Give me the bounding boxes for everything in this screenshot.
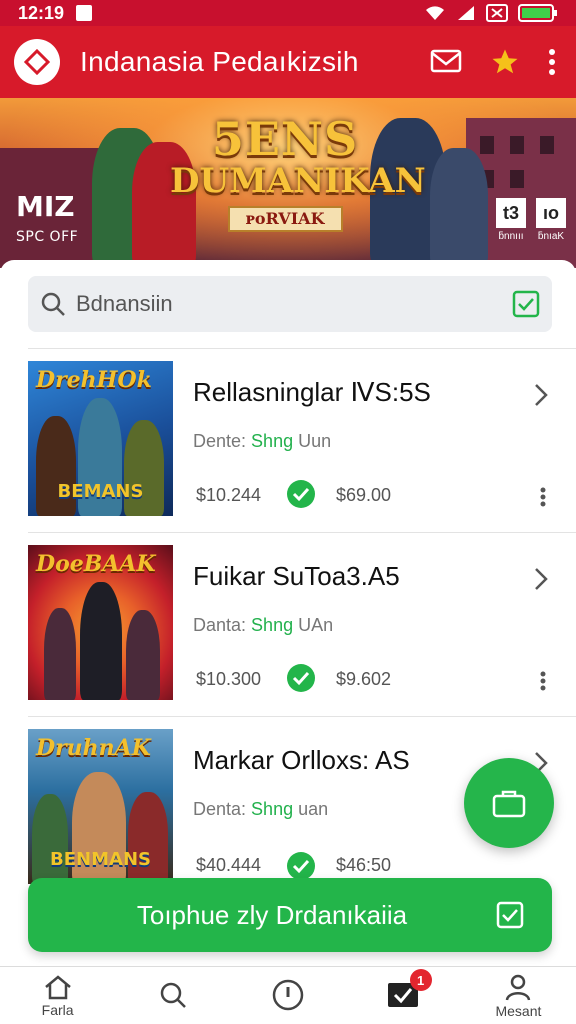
product-price-primary: $10.300 [196,669,262,689]
nav-item-home[interactable]: Farla [0,967,115,1024]
product-price-secondary: $46:50 [336,855,392,875]
content-sheet: Bdnansiin DrehHOk BEMANS Rellasninglar Ⅳ… [0,260,576,966]
primary-cta-button[interactable]: Toıphue zly Drdanıkaiia [28,878,552,952]
thumbnail-title: DrehHOk [36,367,152,393]
product-sub-suffix: Uun [293,431,332,451]
banner-brand-right-cap-2: ƃnıaK [537,231,565,242]
nav-item-info[interactable] [230,967,345,1024]
banner-brand-right: t3 ƃnnııı ıo ƃnıaK [496,198,566,242]
gallery-notification-icon [76,5,93,21]
status-icons [424,4,558,22]
banner-brand-right-cap-1: ƃnnııı [498,231,524,242]
banner-title: 5ENS DUMANIKAN ᴘoRVIAK [170,112,426,232]
banner-title-line1: 5ENS [211,112,359,166]
product-thumbnail[interactable]: DrehHOk BEMANS [28,361,173,516]
wifi-icon [426,6,444,21]
thumbnail-caption: BEMANS [57,481,144,502]
star-icon[interactable] [490,47,520,77]
profile-icon [506,974,531,1000]
cta-label: Toıphue zly Drdanıkaiia [136,899,408,930]
product-sub-prefix: Dente: [193,431,252,451]
notification-badge: 1 [409,969,432,991]
banner-brand-left: MIZ SPC OFF [16,190,78,245]
floating-cart-button[interactable] [464,758,554,848]
product-sub-prefix: Danta: [193,615,252,635]
search-icon [160,982,186,1008]
thumbnail-caption: BENMANS [50,849,151,870]
checkbox-checked-icon [496,901,524,929]
status-time: 12:19 [18,2,65,23]
product-subtitle: Denta: Shng uan [193,799,328,820]
banner-hero-4 [430,148,488,268]
product-title[interactable]: Fuikar SuToa3.A5 [193,561,400,592]
nav-item-profile[interactable]: Mesant [461,967,576,1024]
search-input[interactable]: Bdnansiin [76,291,173,317]
vpn-icon [486,4,508,22]
banner-brand-left-sub: SPC OFF [16,229,79,245]
nav-label-home: Farla [41,1001,74,1018]
bottom-navigation: Farla 1 Mesant [0,966,576,1024]
thumbnail-title: DruhnAK [36,735,151,761]
product-sub-accent: Shng [251,799,294,819]
app-title: Indanasia Pedaıkizsih [80,46,359,77]
more-vertical-icon[interactable] [548,48,556,76]
app-actions [430,47,562,77]
product-sub-accent: Shng [251,615,294,635]
nav-label-profile: Mesant [495,1002,542,1019]
product-subtitle: Dente: Shng Uun [193,431,331,452]
info-icon [272,979,304,1010]
product-price-secondary: $9.602 [336,669,392,689]
banner-title-line2: DUMANIKAN [170,161,426,201]
app-logo-icon[interactable] [14,39,60,85]
product-subtitle: Danta: Shng UAn [193,615,333,636]
checkbox-checked-icon[interactable] [512,290,540,318]
banner-brand-left-logo: MIZ [16,190,75,223]
product-sub-suffix: UAn [293,615,334,635]
product-sub-suffix: uan [293,799,329,819]
more-vertical-icon[interactable] [540,671,546,691]
thumbnail-title: DoeBAAK [36,551,156,577]
list-item[interactable]: DrehHOk BEMANS Rellasninglar ⅣS:5S Dente… [28,348,576,532]
banner-brand-right-logo-1: t3 [496,198,526,228]
verified-check-icon [287,852,315,880]
briefcase-icon [492,790,526,818]
home-icon [44,974,71,999]
banner-brand-right-logo-2: ıo [536,198,566,228]
battery-icon [518,4,557,22]
product-sub-accent: Shng [251,431,294,451]
banner-subtitle: ᴘoRVIAK [227,206,343,232]
status-bar: 12:19 [0,0,576,26]
app-bar: Indanasia Pedaıkizsih [0,26,576,98]
promo-banner[interactable]: 5ENS DUMANIKAN ᴘoRVIAK MIZ SPC OFF t3 ƃn… [0,98,576,268]
signal-icon [458,6,474,20]
verified-check-icon [287,480,315,508]
more-vertical-icon[interactable] [540,487,546,507]
chevron-right-icon[interactable] [534,383,548,407]
search-bar[interactable]: Bdnansiin [28,276,552,332]
product-title[interactable]: Rellasninglar ⅣS:5S [193,377,431,408]
product-sub-prefix: Denta: [193,799,252,819]
product-price-secondary: $69.00 [336,485,392,505]
verified-check-icon [287,664,315,692]
product-thumbnail[interactable]: DruhnAK BENMANS [28,729,173,884]
mail-icon[interactable] [430,49,462,75]
search-icon [41,292,65,316]
list-item[interactable]: DoeBAAK Fuikar SuToa3.A5 Danta: Shng UAn… [28,532,576,716]
nav-item-tasks[interactable]: 1 [346,967,461,1024]
nav-item-search[interactable] [115,967,230,1024]
chevron-right-icon[interactable] [534,567,548,591]
product-price-primary: $10.244 [196,485,262,505]
product-thumbnail[interactable]: DoeBAAK [28,545,173,700]
product-title[interactable]: Markar Orlloxs: AS [193,745,410,776]
product-price-primary: $40.444 [196,855,262,875]
